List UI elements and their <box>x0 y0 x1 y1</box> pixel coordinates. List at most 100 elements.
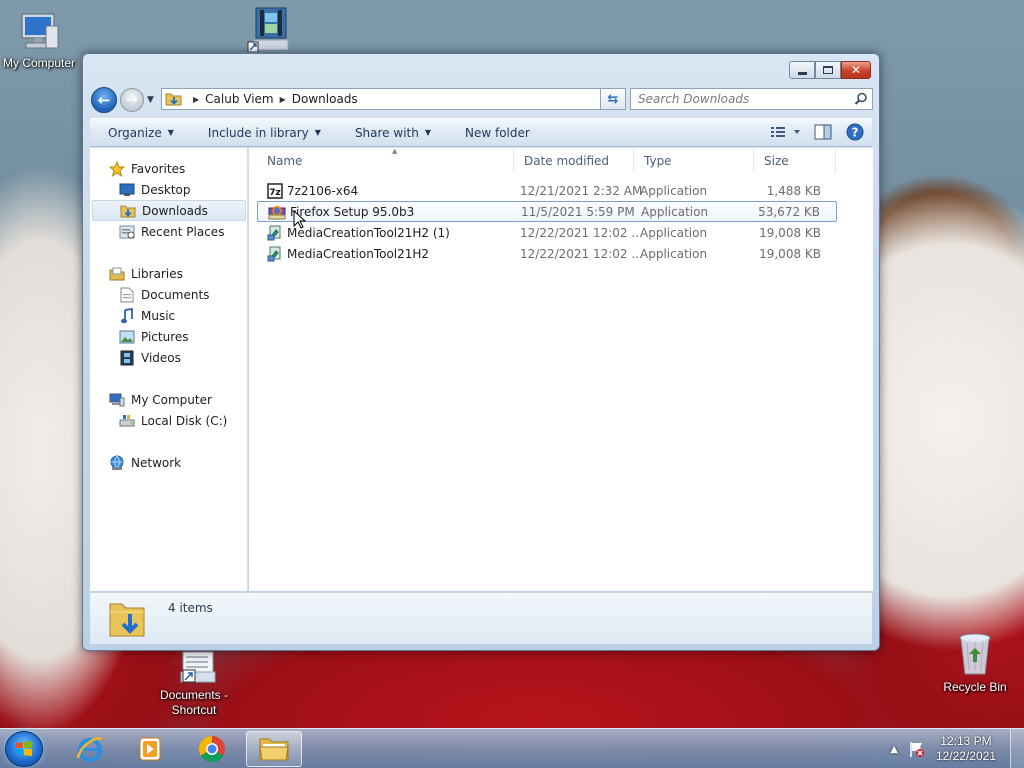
file-date: 12/21/2021 2:32 AM <box>520 183 643 198</box>
file-row[interactable]: 7z 7z2106-x64 12/21/2021 2:32 AM Applica… <box>257 180 837 201</box>
hard-drive-icon <box>118 413 136 429</box>
nav-label: Network <box>131 455 182 470</box>
nav-item-favorites[interactable]: Favorites <box>108 158 185 179</box>
refresh-button[interactable]: ⇆ <box>600 88 626 110</box>
minimize-button[interactable] <box>789 61 815 79</box>
nav-item-pictures[interactable]: Pictures <box>118 326 189 347</box>
close-icon: ✕ <box>850 63 862 77</box>
chevron-right-icon[interactable]: ▶ <box>274 95 292 104</box>
desktop-icon-video-shortcut[interactable] <box>225 4 315 52</box>
7zip-icon: 7z <box>267 182 283 199</box>
file-size: 1,488 KB <box>766 183 821 198</box>
documents-shortcut-icon <box>180 651 216 683</box>
file-row[interactable]: MediaCreationTool21H2 (1) 12/22/2021 12:0… <box>257 222 837 243</box>
file-date: 12/22/2021 12:02 ... <box>520 246 643 261</box>
folder-download-icon <box>119 203 137 219</box>
nav-item-my-computer[interactable]: My Computer <box>108 389 212 410</box>
start-button[interactable] <box>5 731 43 767</box>
media-creation-tool-icon <box>267 246 281 262</box>
desktop-icon-my-computer[interactable]: My Computer <box>0 8 84 71</box>
maximize-icon <box>823 66 833 74</box>
nav-item-documents[interactable]: Documents <box>118 284 209 305</box>
file-name: MediaCreationTool21H2 <box>287 246 430 261</box>
new-folder-button[interactable]: New folder <box>447 126 546 140</box>
recycle-bin-icon <box>959 633 991 675</box>
taskbar-media-player[interactable] <box>122 731 178 767</box>
file-name-cell: Firefox Setup 95.0b3 <box>268 204 414 220</box>
details-pane: 4 items <box>90 592 872 644</box>
nav-item-network[interactable]: Network <box>108 452 181 473</box>
picture-icon <box>118 329 136 345</box>
close-button[interactable]: ✕ <box>841 61 871 79</box>
desktop-icon-recycle-bin[interactable]: Recycle Bin <box>930 630 1020 695</box>
column-label: Type <box>644 153 672 168</box>
video-shortcut-icon <box>247 7 289 52</box>
column-header-type[interactable]: Type <box>634 148 754 173</box>
include-in-library-button[interactable]: Include in library ▼ <box>190 126 337 140</box>
help-icon[interactable]: ? <box>846 123 864 141</box>
forward-button[interactable]: → <box>120 88 144 112</box>
nav-item-downloads[interactable]: Downloads <box>92 200 246 221</box>
share-with-button[interactable]: Share with ▼ <box>337 126 447 140</box>
nav-item-music[interactable]: Music <box>118 305 175 326</box>
breadcrumb: ▶ Calub Viem ▶ Downloads <box>183 92 358 106</box>
file-name: 7z2106-x64 <box>287 183 359 198</box>
breadcrumb-item[interactable]: Calub Viem <box>205 92 273 106</box>
taskbar-internet-explorer[interactable] <box>62 731 118 767</box>
show-hidden-icons-button[interactable]: ▲ <box>890 744 898 755</box>
document-icon <box>118 287 136 303</box>
file-row[interactable]: MediaCreationTool21H2 12/22/2021 12:02 ..… <box>257 243 837 264</box>
svg-text:7z: 7z <box>269 188 281 198</box>
desktop-icon <box>118 182 136 198</box>
navigation-pane: Favorites Desktop Downloads Recent Place… <box>90 148 248 591</box>
folder-icon <box>259 738 289 761</box>
windows-logo-icon <box>16 741 32 756</box>
refresh-icon: ⇆ <box>607 91 619 107</box>
internet-explorer-icon <box>76 737 103 762</box>
nav-item-local-disk[interactable]: Local Disk (C:) <box>118 410 227 431</box>
maximize-button[interactable] <box>815 61 841 79</box>
chevron-down-icon: ▼ <box>314 128 321 137</box>
column-header-date-modified[interactable]: Date modified <box>514 148 634 173</box>
star-icon <box>108 160 126 177</box>
action-center-flag-icon[interactable] <box>908 740 926 758</box>
nav-item-videos[interactable]: Videos <box>118 347 181 368</box>
network-icon <box>108 455 126 471</box>
file-name: MediaCreationTool21H2 (1) <box>287 225 450 240</box>
chevron-down-icon: ▼ <box>167 128 174 137</box>
nav-item-desktop[interactable]: Desktop <box>118 179 191 200</box>
column-header-name[interactable]: Name ▲ <box>257 147 514 173</box>
mouse-cursor-icon <box>293 210 307 229</box>
file-size: 19,008 KB <box>759 225 821 240</box>
preview-pane-icon[interactable] <box>814 124 832 140</box>
organize-label: Organize <box>108 125 162 140</box>
nav-label: Recent Places <box>141 224 225 239</box>
recent-pages-button[interactable]: ▼ <box>147 95 154 105</box>
taskbar-chrome[interactable] <box>184 731 240 767</box>
command-bar: Organize ▼ Include in library ▼ Share with… <box>90 118 872 147</box>
file-row[interactable]: Firefox Setup 95.0b3 11/5/2021 5:59 PM App… <box>257 201 837 222</box>
new-folder-label: New folder <box>465 125 530 140</box>
breadcrumb-item[interactable]: Downloads <box>292 92 358 106</box>
nav-item-libraries[interactable]: Libraries <box>108 263 183 284</box>
taskbar-explorer[interactable] <box>246 731 302 767</box>
view-options-icon[interactable] <box>770 125 800 139</box>
column-header-size[interactable]: Size <box>754 148 836 173</box>
computer-icon <box>21 13 59 49</box>
music-note-icon <box>118 307 136 324</box>
show-desktop-button[interactable] <box>1010 729 1024 768</box>
share-with-label: Share with <box>354 125 419 140</box>
nav-label: Local Disk (C:) <box>141 413 228 428</box>
nav-label: Desktop <box>141 182 191 197</box>
desktop-icon-label: Recycle Bin <box>943 680 1007 694</box>
search-input[interactable]: Search Downloads <box>630 88 873 110</box>
item-count: 4 items <box>168 601 213 615</box>
system-clock[interactable]: 12:13 PM 12/22/2021 <box>936 734 996 764</box>
organize-button[interactable]: Organize ▼ <box>90 126 190 140</box>
desktop-icon-documents-shortcut[interactable]: Documents - Shortcut <box>149 650 239 718</box>
back-button[interactable]: ← <box>91 87 117 113</box>
nav-item-recent-places[interactable]: Recent Places <box>118 221 224 242</box>
address-bar[interactable]: ▶ Calub Viem ▶ Downloads ▼ <box>161 88 622 110</box>
chevron-right-icon[interactable]: ▶ <box>187 95 205 104</box>
file-size: 19,008 KB <box>759 246 821 261</box>
